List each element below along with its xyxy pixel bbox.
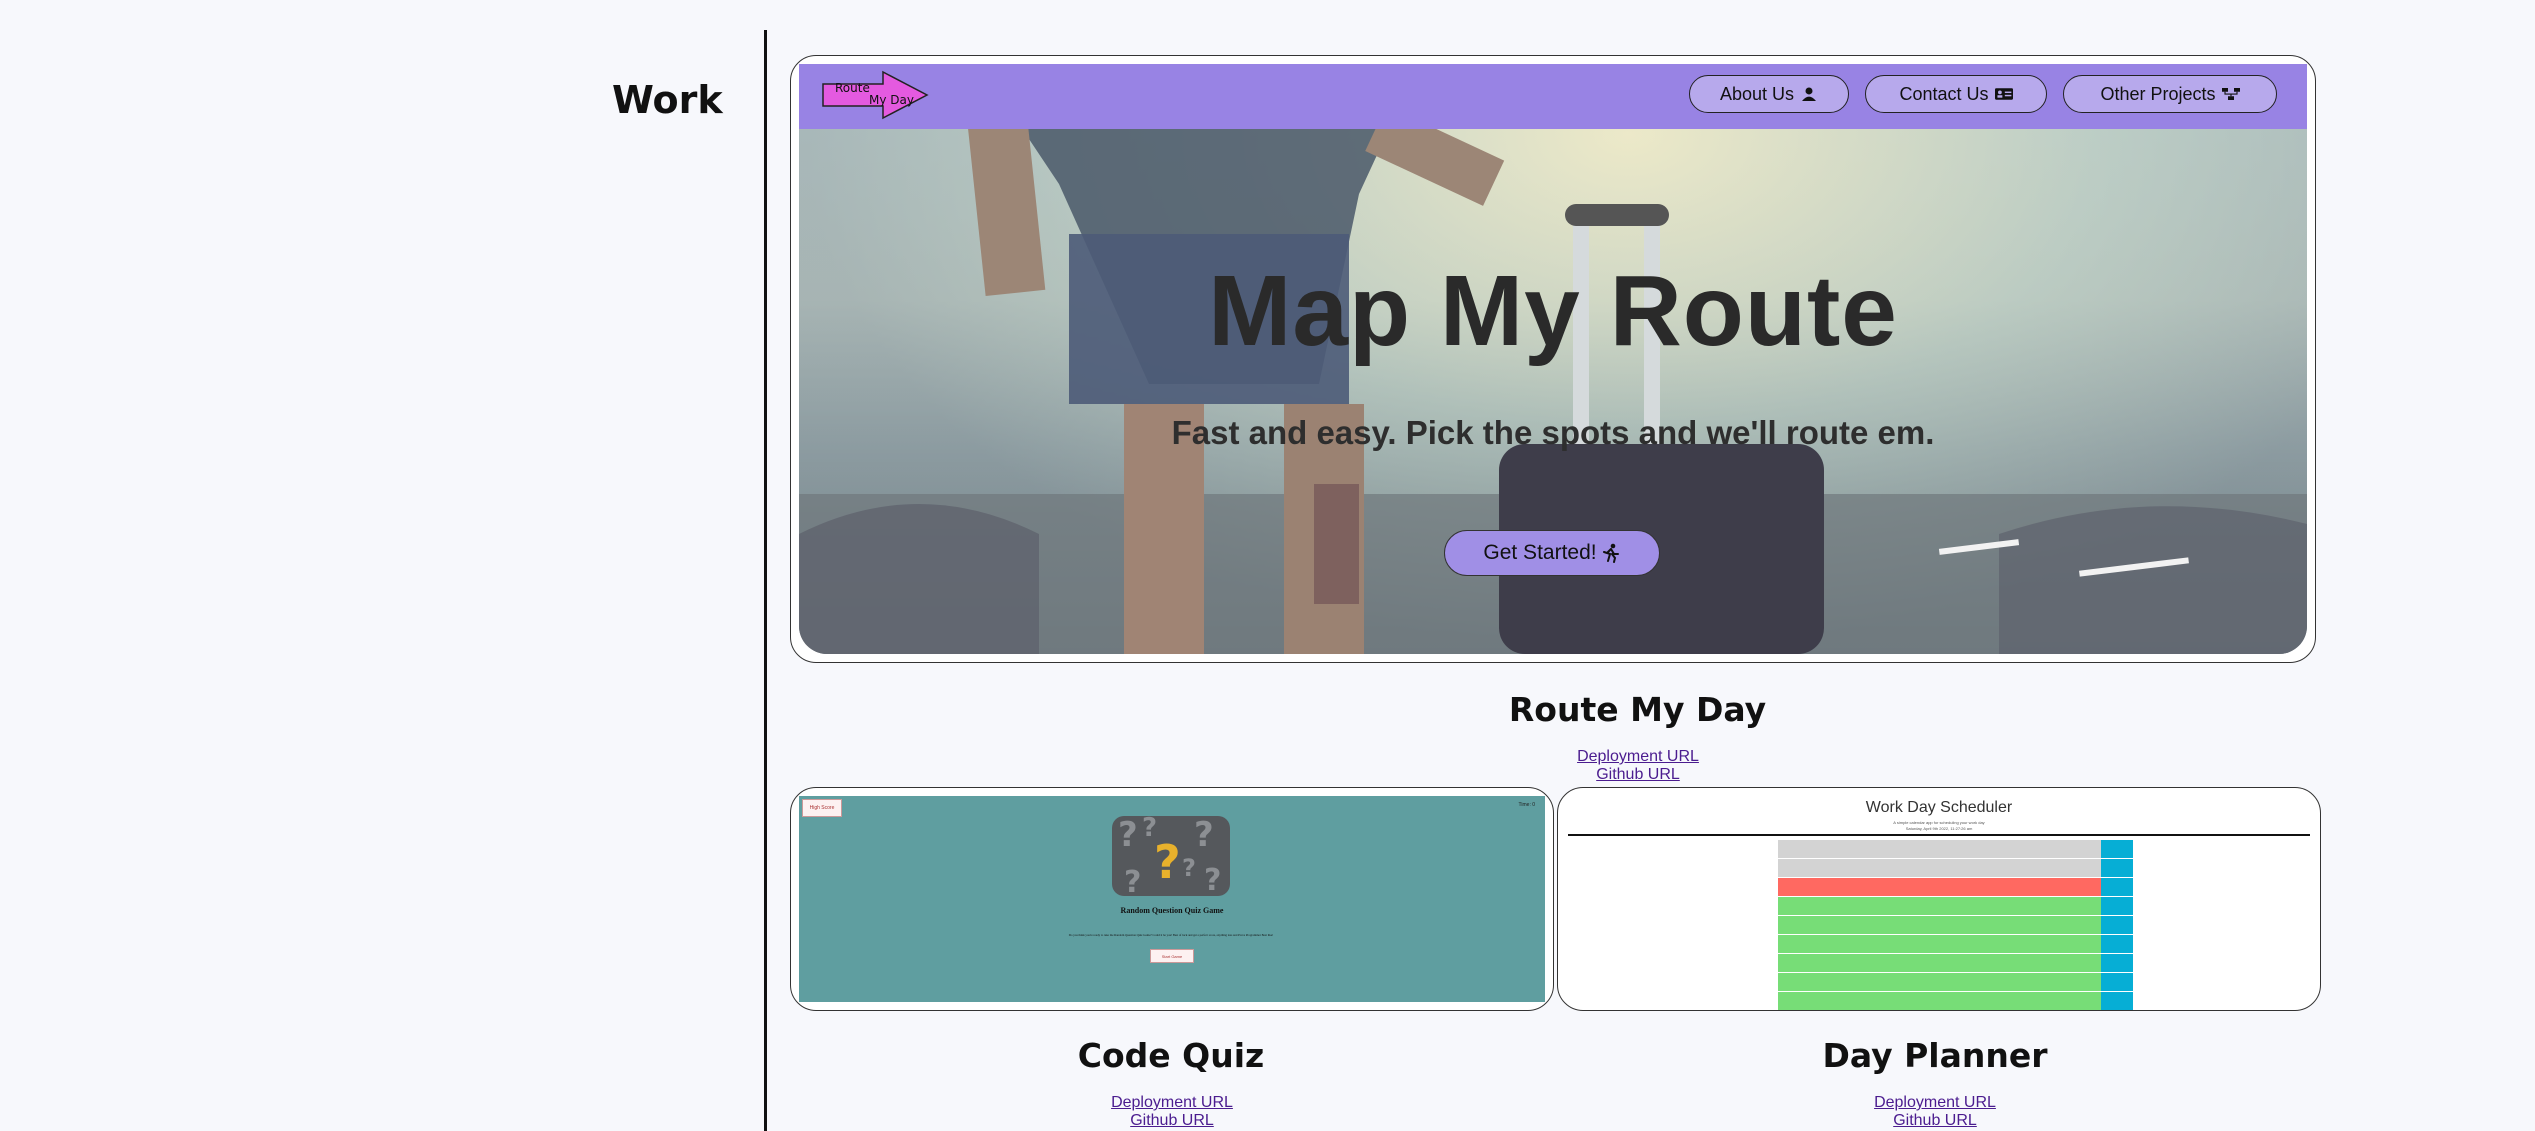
project-title-code-quiz: Code Quiz bbox=[1077, 1036, 1265, 1075]
hero-subheadline: Fast and easy. Pick the spots and we'll … bbox=[1171, 414, 1935, 451]
save-button bbox=[2101, 897, 2133, 915]
planner-header-rule bbox=[1568, 834, 2310, 836]
save-button bbox=[2101, 916, 2133, 934]
planner-row bbox=[1778, 878, 2133, 897]
contact-card-icon bbox=[1994, 88, 2013, 100]
project-card-code-quiz[interactable]: High Score Time: 0 ? ? ? ? ? ? ? Random … bbox=[790, 787, 1554, 1011]
quiz-high-score-label: High Score bbox=[809, 805, 835, 811]
svg-text:?: ? bbox=[1194, 816, 1214, 855]
question-mark-image: ? ? ? ? ? ? ? bbox=[1112, 816, 1230, 896]
user-icon bbox=[1802, 87, 1817, 101]
planner-subtitle: A simple calendar app for scheduling you… bbox=[1893, 820, 1985, 825]
nav-button-label: About Us bbox=[1719, 83, 1795, 104]
project-title-day-planner: Day Planner bbox=[1822, 1036, 2048, 1075]
planner-row bbox=[1778, 954, 2133, 973]
planner-rows bbox=[1778, 840, 2133, 1010]
planner-date: Saturday, April 9th 2022, 11:27:26 am bbox=[1905, 826, 1973, 831]
planner-row bbox=[1778, 935, 2133, 954]
github-link[interactable]: Github URL bbox=[1538, 766, 1738, 784]
section-title: Work bbox=[612, 78, 723, 122]
save-button bbox=[2101, 935, 2133, 953]
get-started-button[interactable]: Get Started! bbox=[1444, 530, 1660, 576]
project-screenshot-code-quiz: High Score Time: 0 ? ? ? ? ? ? ? Random … bbox=[799, 796, 1545, 1002]
hero-headline: Map My Route bbox=[1208, 255, 1898, 367]
logo-text-line2: My Day bbox=[869, 93, 914, 107]
logo-text: Route My Day bbox=[835, 82, 914, 106]
project-screenshot-route-my-day: Route My Day About Us Contact Us Other P… bbox=[799, 64, 2307, 654]
github-link[interactable]: Github URL bbox=[1835, 1112, 2035, 1130]
planner-row bbox=[1778, 897, 2133, 916]
site-navbar: Route My Day About Us Contact Us Other P… bbox=[799, 64, 2307, 129]
save-button bbox=[2101, 840, 2133, 858]
route-my-day-logo[interactable]: Route My Day bbox=[821, 70, 931, 120]
svg-text:?: ? bbox=[1154, 835, 1181, 889]
quiz-body-text: Do you think you're ready to take the Ra… bbox=[1068, 933, 1274, 937]
planner-row bbox=[1778, 916, 2133, 935]
nav-button-contact-us[interactable]: Contact Us bbox=[1865, 75, 2047, 113]
deployment-link[interactable]: Deployment URL bbox=[1835, 1094, 2035, 1112]
planner-row bbox=[1778, 840, 2133, 859]
sitemap-icon bbox=[2221, 88, 2240, 100]
github-link[interactable]: Github URL bbox=[1072, 1112, 1272, 1130]
project-card-day-planner[interactable]: Work Day Scheduler A simple calendar app… bbox=[1557, 787, 2321, 1011]
quiz-timer: Time: 0 bbox=[1518, 802, 1535, 808]
nav-button-about-us[interactable]: About Us bbox=[1689, 75, 1849, 113]
svg-text:?: ? bbox=[1204, 863, 1221, 896]
deployment-link[interactable]: Deployment URL bbox=[1538, 748, 1738, 766]
nav-button-label: Other Projects bbox=[2100, 83, 2216, 104]
project-card-route-my-day[interactable]: Route My Day About Us Contact Us Other P… bbox=[790, 55, 2316, 663]
quiz-start-button: Start Game bbox=[1150, 949, 1194, 963]
svg-text:?: ? bbox=[1118, 816, 1138, 855]
project-screenshot-day-planner: Work Day Scheduler A simple calendar app… bbox=[1566, 796, 2312, 1010]
quiz-high-score-button: High Score bbox=[802, 799, 842, 817]
svg-text:?: ? bbox=[1124, 865, 1141, 896]
section-divider bbox=[764, 30, 767, 1131]
planner-row bbox=[1778, 973, 2133, 992]
save-button bbox=[2101, 954, 2133, 972]
quiz-start-label: Start Game bbox=[1161, 953, 1183, 959]
planner-row bbox=[1778, 992, 2133, 1010]
save-button bbox=[2101, 878, 2133, 896]
save-button bbox=[2101, 992, 2133, 1010]
running-icon bbox=[1602, 543, 1619, 563]
project-title-route-my-day: Route My Day bbox=[1508, 690, 1767, 729]
project-links-code-quiz: Deployment URL Github URL bbox=[1072, 1094, 1272, 1130]
get-started-label: Get Started! bbox=[1483, 541, 1597, 564]
project-links-route-my-day: Deployment URL Github URL bbox=[1538, 748, 1738, 784]
planner-title: Work Day Scheduler bbox=[1865, 799, 2013, 816]
nav-button-other-projects[interactable]: Other Projects bbox=[2063, 75, 2277, 113]
save-button bbox=[2101, 859, 2133, 877]
quiz-heading: Random Question Quiz Game bbox=[1120, 906, 1224, 915]
nav-button-label: Contact Us bbox=[1899, 83, 1989, 104]
svg-text:?: ? bbox=[1182, 854, 1196, 882]
project-links-day-planner: Deployment URL Github URL bbox=[1835, 1094, 2035, 1130]
save-button bbox=[2101, 973, 2133, 991]
planner-row bbox=[1778, 859, 2133, 878]
deployment-link[interactable]: Deployment URL bbox=[1072, 1094, 1272, 1112]
